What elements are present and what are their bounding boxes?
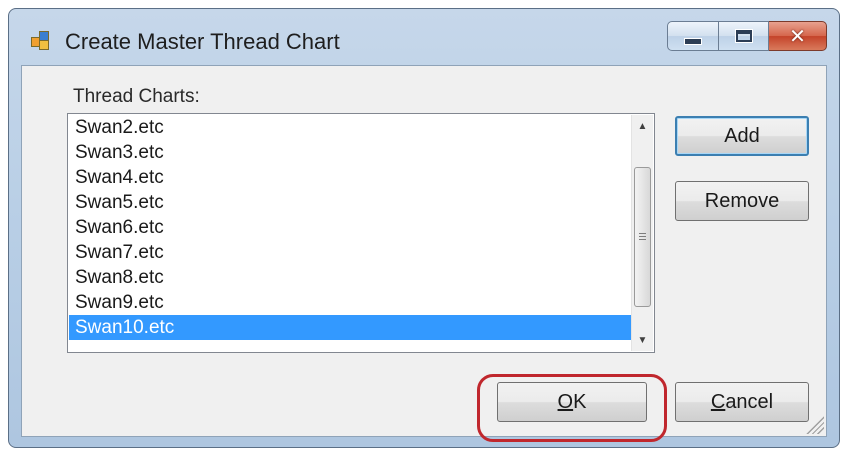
- cancel-button[interactable]: Cancel: [675, 382, 809, 422]
- scrollbar-grip-icon: [639, 232, 646, 242]
- add-button[interactable]: Add: [675, 116, 809, 156]
- list-item[interactable]: Swan2.etc: [69, 115, 631, 140]
- thread-charts-label: Thread Charts:: [73, 86, 200, 107]
- dialog-window: Create Master Thread Chart ✕ Thread Char…: [8, 8, 840, 448]
- minimize-button[interactable]: [667, 21, 719, 51]
- list-item[interactable]: Swan8.etc: [69, 265, 631, 290]
- app-window-icon: [31, 31, 51, 51]
- close-button[interactable]: ✕: [769, 21, 827, 51]
- maximize-button[interactable]: [719, 21, 769, 51]
- list-item[interactable]: Swan3.etc: [69, 140, 631, 165]
- minimize-icon: [684, 37, 702, 45]
- dialog-client-area: Thread Charts: Swan2.etc Swan3.etc Swan4.e…: [21, 65, 827, 442]
- remove-button[interactable]: Remove: [675, 181, 809, 221]
- close-icon: ✕: [789, 24, 806, 48]
- ok-button[interactable]: OK: [497, 382, 647, 422]
- ok-button-label: OK: [557, 390, 587, 413]
- cancel-button-label: Cancel: [710, 390, 774, 413]
- list-item[interactable]: Swan7.etc: [69, 240, 631, 265]
- maximize-icon: [734, 29, 753, 43]
- thread-charts-listbox[interactable]: Swan2.etc Swan3.etc Swan4.etc Swan5.etc Swan…: [67, 113, 655, 353]
- scrollbar-thumb[interactable]: [634, 167, 651, 307]
- list-item[interactable]: Swan10.etc: [69, 315, 631, 340]
- list-item[interactable]: Swan6.etc: [69, 215, 631, 240]
- thread-charts-list: Swan2.etc Swan3.etc Swan4.etc Swan5.etc Swan…: [69, 115, 631, 351]
- scroll-down-icon[interactable]: ▼: [632, 329, 653, 351]
- window-controls: ✕: [667, 21, 827, 57]
- title-bar[interactable]: Create Master Thread Chart ✕: [9, 9, 839, 65]
- scroll-up-icon[interactable]: ▲: [632, 115, 653, 137]
- resize-grip-icon[interactable]: [802, 412, 824, 434]
- window-title: Create Master Thread Chart: [65, 29, 340, 54]
- list-item[interactable]: Swan5.etc: [69, 190, 631, 215]
- list-item[interactable]: Swan9.etc: [69, 290, 631, 315]
- vertical-scrollbar[interactable]: ▲ ▼: [631, 115, 653, 351]
- list-item[interactable]: Swan4.etc: [69, 165, 631, 190]
